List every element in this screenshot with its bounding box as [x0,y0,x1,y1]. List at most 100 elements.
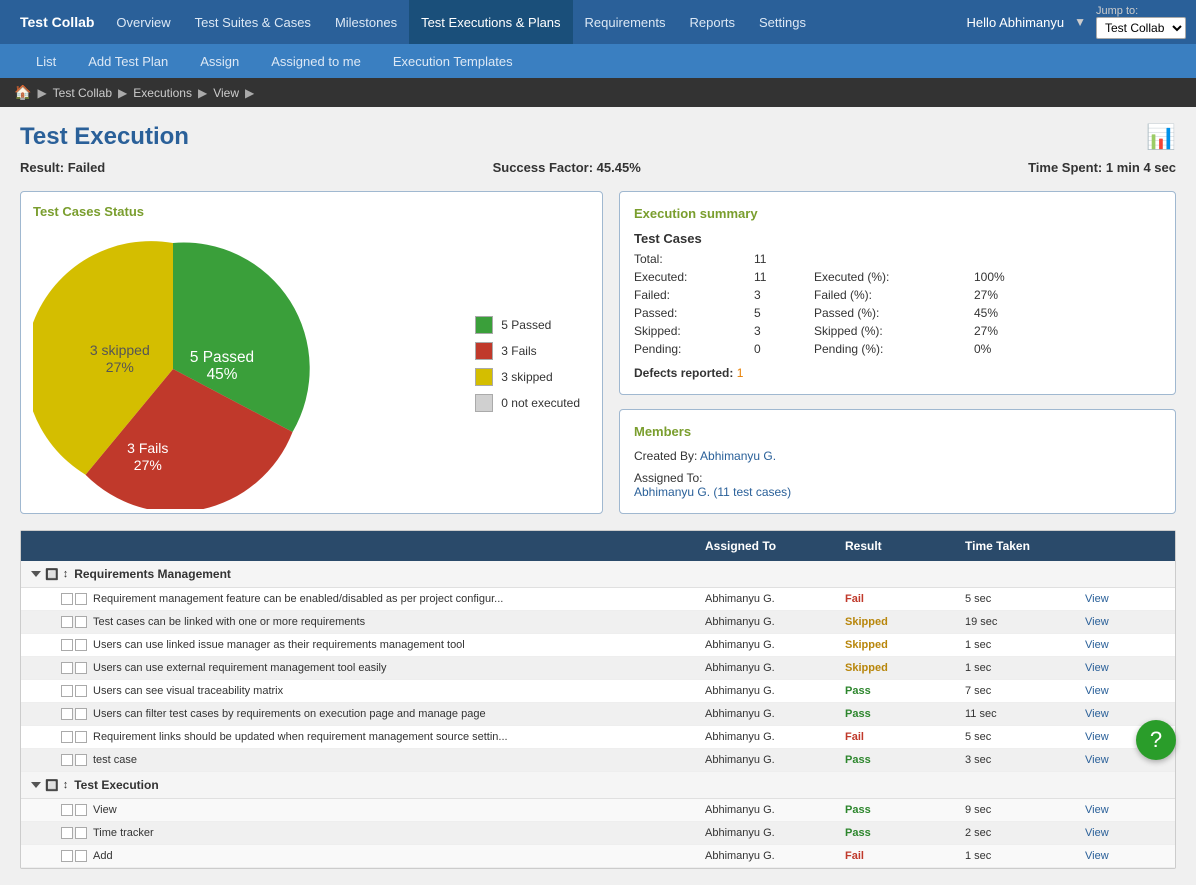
breadcrumb-executions[interactable]: Executions [133,86,192,100]
checkbox2[interactable] [75,685,87,697]
row-test-name: Add [93,850,113,862]
two-col-section: Test Cases Status 5 Passed 45% 3 [20,191,1176,514]
subnav-list[interactable]: List [20,44,72,78]
label2-pending: Pending (%): [814,342,974,356]
checkbox1[interactable] [61,685,73,697]
checkbox1[interactable] [61,850,73,862]
nav-test-suites[interactable]: Test Suites & Cases [183,0,323,44]
assigned-to-link[interactable]: Abhimanyu G. (11 test cases) [634,485,791,499]
pie-label-passed: 5 Passed [190,349,254,366]
row-view-link[interactable]: View [1085,685,1165,697]
checkbox2[interactable] [75,708,87,720]
legend-label-passed: 5 Passed [501,318,551,332]
time-label: Time Spent: [1028,160,1102,175]
row-test-name: Users can filter test cases by requireme… [93,708,486,720]
checkbox2[interactable] [75,731,87,743]
value-skipped: 3 [754,324,814,338]
export-icon[interactable]: 📊 [1146,123,1176,152]
row-time: 1 sec [965,662,1085,674]
breadcrumb-test-collab[interactable]: Test Collab [53,86,112,100]
value2-executed: 100% [974,270,1034,284]
subnav-execution-templates[interactable]: Execution Templates [377,44,529,78]
checkbox1[interactable] [61,754,73,766]
row-view-link[interactable]: View [1085,662,1165,674]
checkbox1[interactable] [61,804,73,816]
members-title: Members [634,424,1161,439]
jump-to-select[interactable]: Test Collab [1096,17,1186,39]
user-dropdown-icon[interactable]: ▼ [1074,15,1086,29]
subnav-assign[interactable]: Assign [184,44,255,78]
top-navigation: Test Collab Overview Test Suites & Cases… [0,0,1196,44]
pie-label-fails: 3 Fails [127,440,168,456]
row-time: 3 sec [965,754,1085,766]
value2-pending: 0% [974,342,1034,356]
row-view-link[interactable]: View [1085,850,1165,862]
value-executed: 11 [754,270,814,284]
checkbox1[interactable] [61,662,73,674]
row-name-cell: View [31,804,705,816]
created-by-link[interactable]: Abhimanyu G. [700,449,776,463]
nav-overview[interactable]: Overview [104,0,182,44]
nav-milestones[interactable]: Milestones [323,0,409,44]
row-view-link[interactable]: View [1085,708,1165,720]
row-view-link[interactable]: View [1085,804,1165,816]
pie-label-fails-pct: 27% [134,457,162,473]
checkbox-pair [61,639,87,651]
checkbox2[interactable] [75,827,87,839]
checkbox2[interactable] [75,804,87,816]
checkbox1[interactable] [61,827,73,839]
legend-color-skipped [475,368,493,386]
table-row: Users can filter test cases by requireme… [21,703,1175,726]
checkbox2[interactable] [75,754,87,766]
pie-svg: 5 Passed 45% 3 Fails 27% 3 skipped 27% [33,229,313,509]
checkbox1[interactable] [61,616,73,628]
table-row: Add Abhimanyu G. Fail 1 sec View [21,845,1175,868]
breadcrumb: 🏠 ▶ Test Collab ▶ Executions ▶ View ▶ [0,78,1196,107]
checkbox1[interactable] [61,593,73,605]
checkbox2[interactable] [75,593,87,605]
row-assigned: Abhimanyu G. [705,639,845,651]
test-cases-header: Test Cases [634,231,1161,246]
exec-summary-title: Execution summary [634,206,1161,221]
collapse-icon-test-execution[interactable] [31,782,41,788]
subnav-assigned-to-me[interactable]: Assigned to me [255,44,377,78]
row-view-link[interactable]: View [1085,827,1165,839]
page-title-row: Test Execution 📊 [20,123,1176,152]
checkbox1[interactable] [61,708,73,720]
row-assigned: Abhimanyu G. [705,593,845,605]
table-row: View Abhimanyu G. Pass 9 sec View [21,799,1175,822]
table-row: Users can use external requirement manag… [21,657,1175,680]
row-time: 7 sec [965,685,1085,697]
checkbox-pair [61,662,87,674]
nav-requirements[interactable]: Requirements [573,0,678,44]
checkbox2[interactable] [75,662,87,674]
home-icon[interactable]: 🏠 [14,84,31,101]
breadcrumb-view[interactable]: View [213,86,239,100]
checkbox-pair [61,850,87,862]
value-total: 11 [754,252,814,266]
collapse-icon-requirements[interactable] [31,571,41,577]
row-view-link[interactable]: View [1085,639,1165,651]
row-time: 5 sec [965,731,1085,743]
test-cases-status-box: Test Cases Status 5 Passed 45% 3 [20,191,603,514]
subnav-add-test-plan[interactable]: Add Test Plan [72,44,184,78]
group-name-requirements: Requirements Management [74,567,231,581]
nav-settings[interactable]: Settings [747,0,818,44]
label-pending: Pending: [634,342,754,356]
fab-button[interactable]: ? [1136,720,1176,760]
pie-label-skipped-pct: 27% [106,359,134,375]
checkbox2[interactable] [75,616,87,628]
defects-label: Defects reported: [634,366,733,380]
label-executed: Executed: [634,270,754,284]
checkbox1[interactable] [61,731,73,743]
nav-reports[interactable]: Reports [677,0,747,44]
row-view-link[interactable]: View [1085,593,1165,605]
checkbox2[interactable] [75,639,87,651]
legend-not-executed: 0 not executed [475,394,580,412]
checkbox2[interactable] [75,850,87,862]
checkbox1[interactable] [61,639,73,651]
nav-test-executions[interactable]: Test Executions & Plans [409,0,572,44]
table-header: Assigned To Result Time Taken [21,531,1175,561]
row-view-link[interactable]: View [1085,616,1165,628]
legend-fails: 3 Fails [475,342,580,360]
